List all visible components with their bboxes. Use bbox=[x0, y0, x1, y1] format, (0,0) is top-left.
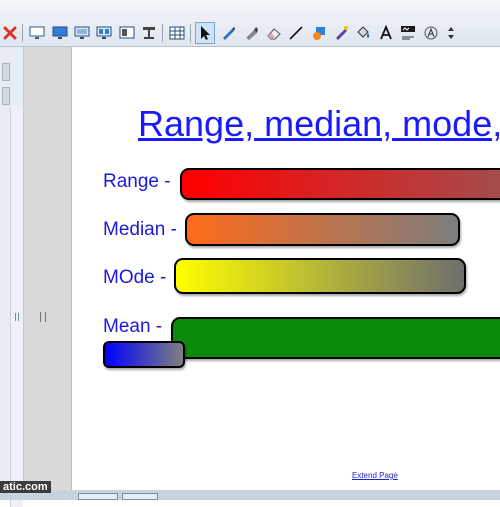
toolbar-separator bbox=[190, 24, 191, 42]
side-panel bbox=[0, 47, 24, 507]
text-icon[interactable] bbox=[376, 22, 396, 44]
close-icon[interactable] bbox=[0, 22, 20, 44]
whiteboard-page[interactable]: Range, median, mode, Range - Median - MO… bbox=[73, 47, 500, 490]
fill-bucket-icon[interactable] bbox=[353, 22, 373, 44]
page-title: Range, median, mode, bbox=[138, 103, 500, 144]
resize-handle[interactable] bbox=[40, 312, 46, 322]
term-label-mode: MOde - bbox=[103, 267, 167, 288]
panel-scrollbar[interactable] bbox=[10, 107, 23, 507]
taskbar-button[interactable] bbox=[122, 493, 158, 500]
gradient-swatch-blue[interactable] bbox=[103, 341, 185, 368]
toolbar-separator bbox=[22, 24, 23, 42]
screen-shade-icon[interactable] bbox=[50, 22, 70, 44]
toolbar bbox=[0, 0, 500, 47]
slide-window-icon[interactable] bbox=[117, 22, 137, 44]
gradient-bar-mode[interactable] bbox=[174, 258, 466, 294]
document-camera-icon[interactable] bbox=[139, 22, 159, 44]
taskbar-button[interactable] bbox=[78, 493, 118, 500]
panel-tab[interactable] bbox=[2, 87, 10, 105]
blank-screen-icon[interactable] bbox=[27, 22, 47, 44]
eraser-icon[interactable] bbox=[264, 22, 284, 44]
line-icon[interactable] bbox=[286, 22, 306, 44]
magic-pen-icon[interactable] bbox=[331, 22, 351, 44]
extend-page-link[interactable]: Extend Page bbox=[352, 471, 398, 480]
term-label-range: Range - bbox=[103, 171, 171, 192]
panel-tab[interactable] bbox=[2, 63, 10, 81]
monitor-icon[interactable] bbox=[72, 22, 92, 44]
handwriting-recognition-icon[interactable] bbox=[398, 22, 418, 44]
properties-icon[interactable] bbox=[421, 22, 441, 44]
scroll-grip[interactable] bbox=[15, 313, 19, 321]
term-label-median: Median - bbox=[103, 219, 177, 240]
shapes-icon[interactable] bbox=[309, 22, 329, 44]
watermark: atic.com bbox=[0, 481, 51, 493]
highlighter-icon[interactable] bbox=[241, 22, 261, 44]
pen-icon[interactable] bbox=[218, 22, 238, 44]
select-cursor-icon[interactable] bbox=[195, 22, 215, 44]
toolbar-separator bbox=[162, 24, 163, 42]
more-arrows-icon[interactable] bbox=[441, 22, 461, 44]
gradient-bar-range[interactable] bbox=[180, 168, 500, 200]
table-icon[interactable] bbox=[167, 22, 187, 44]
dual-screen-icon[interactable] bbox=[94, 22, 114, 44]
sidebar-gutter bbox=[24, 47, 72, 500]
gradient-bar-mean[interactable] bbox=[171, 317, 500, 359]
gradient-bar-median[interactable] bbox=[185, 213, 460, 246]
term-label-mean: Mean - bbox=[103, 316, 163, 337]
taskbar-strip bbox=[0, 490, 500, 500]
